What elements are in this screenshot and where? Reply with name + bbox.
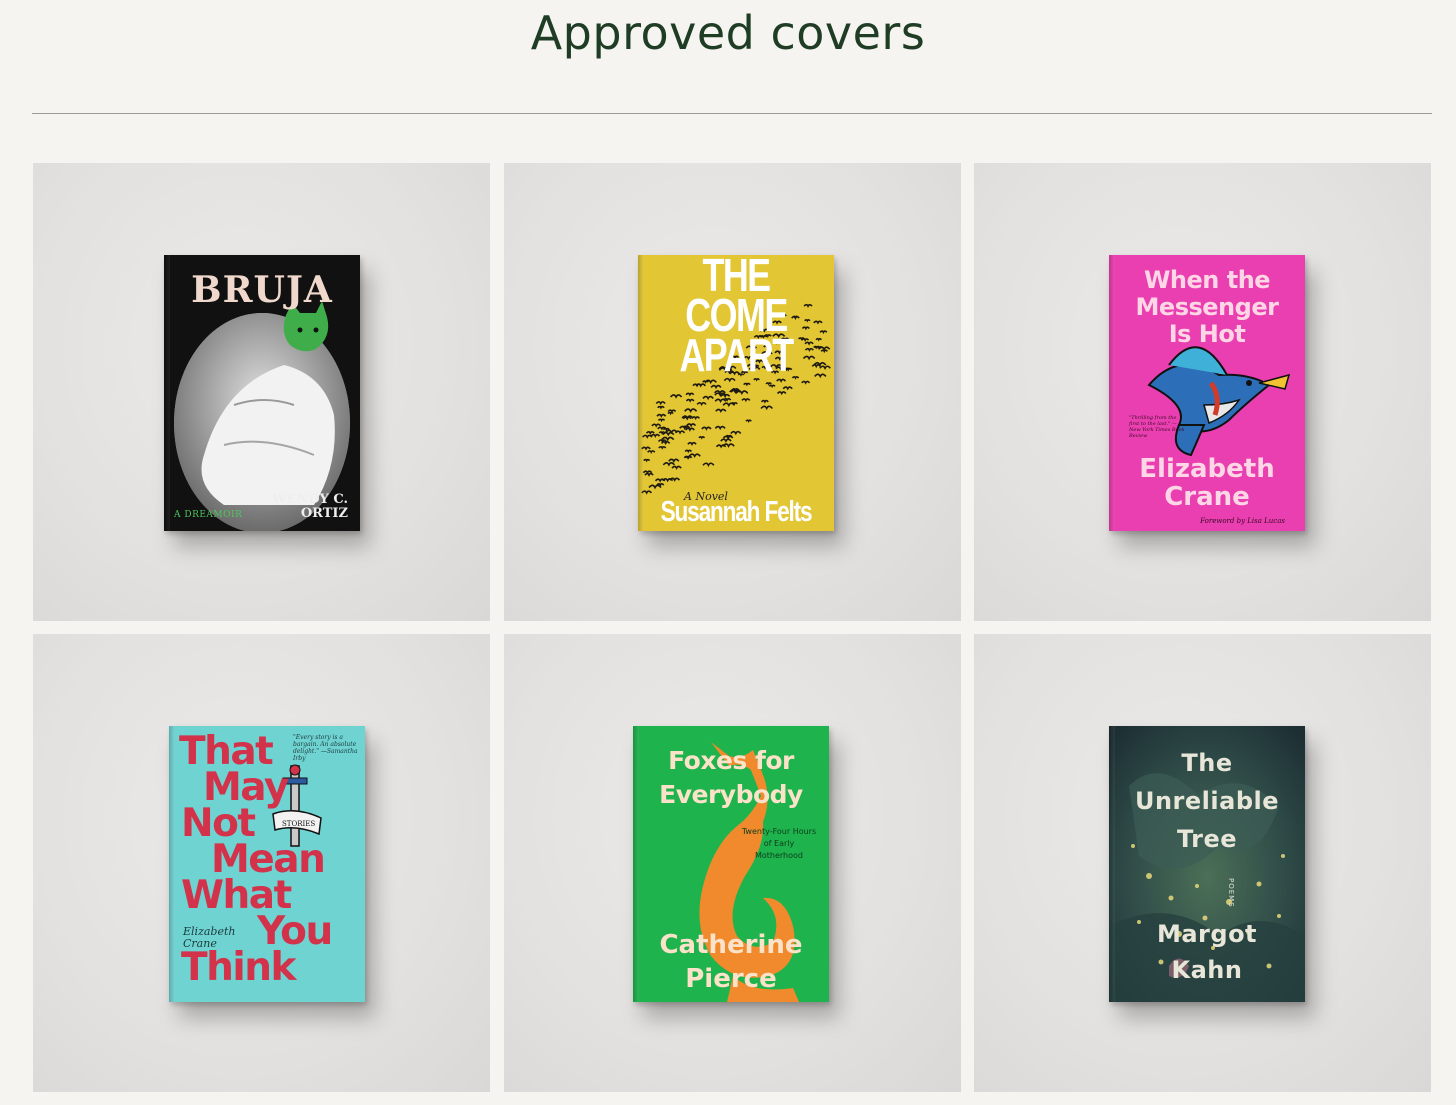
page-title: Approved covers: [530, 6, 926, 60]
cover-quote: "Thrilling from the first to the last." …: [1129, 415, 1185, 439]
cover-title-line: THE COME: [685, 255, 788, 341]
cover-quote: "Every story is a bargain. An absolute d…: [293, 734, 358, 762]
cover-title-line: Everybody: [659, 780, 803, 809]
cover-title-line: Think: [181, 945, 296, 990]
cover-title-line: When the: [1143, 266, 1271, 294]
book-cover-that-may-not-mean-what-you-think[interactable]: STORIES That May Not Mean What You Think…: [169, 726, 365, 1002]
book-cover-bruja[interactable]: BRUJA A DREAMOIR WENDY C. ORTIZ: [164, 255, 360, 531]
cover-author-line: Crane: [1164, 482, 1250, 512]
cover-author: Margot Kahn: [1109, 916, 1305, 988]
cover-author-line: Pierce: [685, 964, 777, 994]
cover-author: WENDY C. ORTIZ: [271, 492, 348, 521]
cover-author-line: Kahn: [1171, 956, 1243, 984]
cover-title-line: The: [1181, 749, 1233, 777]
cover-title: The Unreliable Tree: [1109, 744, 1305, 858]
cover-tile-the-unreliable-tree[interactable]: The Unreliable Tree POEMS Margot Kahn: [974, 634, 1431, 1092]
cover-title-line: Unreliable: [1134, 787, 1280, 815]
cover-title: When the Messenger Is Hot: [1109, 267, 1305, 348]
book-cover-the-unreliable-tree[interactable]: The Unreliable Tree POEMS Margot Kahn: [1109, 726, 1305, 1002]
cover-title-line: Messenger: [1135, 293, 1279, 321]
book-cover-the-come-apart[interactable]: THE COME APART A Novel Susannah Felts: [638, 255, 834, 531]
cover-tile-bruja[interactable]: BRUJA A DREAMOIR WENDY C. ORTIZ: [33, 163, 490, 621]
cover-author-line: Catherine: [659, 930, 803, 960]
cover-banner-text: STORIES: [282, 820, 315, 828]
divider: [32, 113, 1432, 114]
cover-author: Catherine Pierce: [633, 928, 829, 996]
book-cover-foxes-for-everybody[interactable]: Foxes for Everybody Twenty-Four Hours of…: [633, 726, 829, 1002]
cover-title: THE COME APART: [660, 255, 813, 381]
cover-author-line: Elizabeth: [1139, 454, 1275, 484]
cover-author: Elizabeth Crane: [183, 925, 236, 950]
cover-title-line: APART: [679, 329, 794, 381]
cover-title: BRUJA: [191, 269, 333, 311]
cover-author: Susannah Felts: [660, 496, 813, 528]
cover-author: Elizabeth Crane: [1109, 455, 1305, 511]
cover-title-line: Is Hot: [1168, 320, 1246, 348]
book-cover-when-the-messenger-is-hot[interactable]: When the Messenger Is Hot "Thrilling fro…: [1109, 255, 1305, 531]
cover-tile-that-may-not-mean-what-you-think[interactable]: STORIES That May Not Mean What You Think…: [33, 634, 490, 1092]
cover-title: Foxes for Everybody: [633, 744, 829, 812]
cover-author-line: Margot: [1156, 920, 1258, 948]
cover-title-line: Tree: [1176, 825, 1238, 853]
cover-subtitle: Twenty-Four Hours of Early Motherhood: [741, 827, 817, 860]
cover-tile-the-come-apart[interactable]: THE COME APART A Novel Susannah Felts: [504, 163, 961, 621]
cover-foreword: Foreword by Lisa Lucas: [1200, 517, 1285, 525]
cover-genre: POEMS: [1227, 878, 1235, 908]
cover-title-line: Foxes for: [668, 746, 794, 775]
cover-tile-when-the-messenger-is-hot[interactable]: When the Messenger Is Hot "Thrilling fro…: [974, 163, 1431, 621]
cover-tile-foxes-for-everybody[interactable]: Foxes for Everybody Twenty-Four Hours of…: [504, 634, 961, 1092]
cover-subtitle: A DREAMOIR: [174, 510, 243, 520]
